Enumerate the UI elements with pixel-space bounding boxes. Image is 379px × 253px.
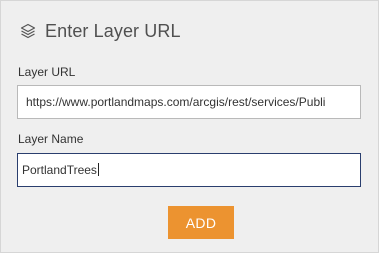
panel-title: Enter Layer URL <box>45 20 181 41</box>
layer-name-value: PortlandTrees <box>22 163 97 177</box>
enter-layer-url-panel: Enter Layer URL Layer URL https://www.po… <box>0 0 379 253</box>
layer-url-value: https://www.portlandmaps.com/arcgis/rest… <box>26 95 326 109</box>
layer-url-label: Layer URL <box>18 65 76 79</box>
layer-name-label: Layer Name <box>18 132 84 146</box>
layer-name-input[interactable]: PortlandTrees <box>17 153 361 187</box>
text-caret <box>97 163 99 177</box>
add-button[interactable]: ADD <box>168 206 234 239</box>
layer-url-input[interactable]: https://www.portlandmaps.com/arcgis/rest… <box>17 85 361 119</box>
panel-header: Enter Layer URL <box>19 18 181 44</box>
layers-icon <box>19 22 37 40</box>
